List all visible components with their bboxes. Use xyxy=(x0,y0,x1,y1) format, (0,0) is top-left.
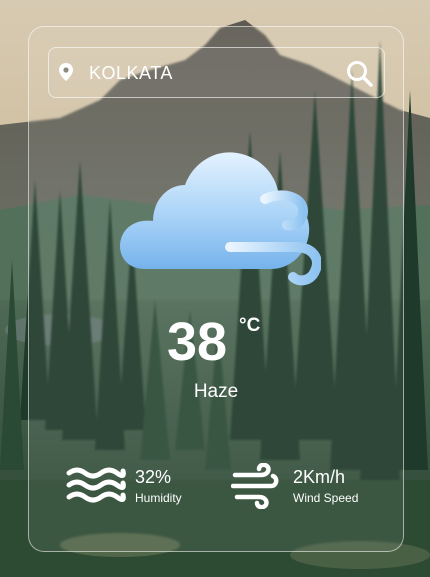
cloud-wind-icon xyxy=(120,152,321,286)
wind-icon xyxy=(231,463,279,509)
location-pin-icon xyxy=(59,63,73,81)
wind-speed-label: Wind Speed xyxy=(293,491,359,505)
weather-card: 38 °C Haze 32% Humidity 2Km/h Wind Speed xyxy=(28,26,404,552)
humidity-label: Humidity xyxy=(135,491,182,505)
search-icon[interactable] xyxy=(346,60,374,88)
city-search-input[interactable] xyxy=(89,60,339,86)
wind-stat: 2Km/h Wind Speed xyxy=(231,463,401,513)
search-bar xyxy=(48,47,385,98)
temperature-value: 38 xyxy=(167,312,228,372)
wind-speed-value: 2Km/h xyxy=(293,467,346,487)
humidity-value: 32% xyxy=(135,467,172,487)
humidity-stat: 32% Humidity xyxy=(65,463,225,513)
waves-icon xyxy=(66,467,126,503)
temperature-unit: °C xyxy=(239,315,261,336)
weather-condition: Haze xyxy=(193,381,239,402)
